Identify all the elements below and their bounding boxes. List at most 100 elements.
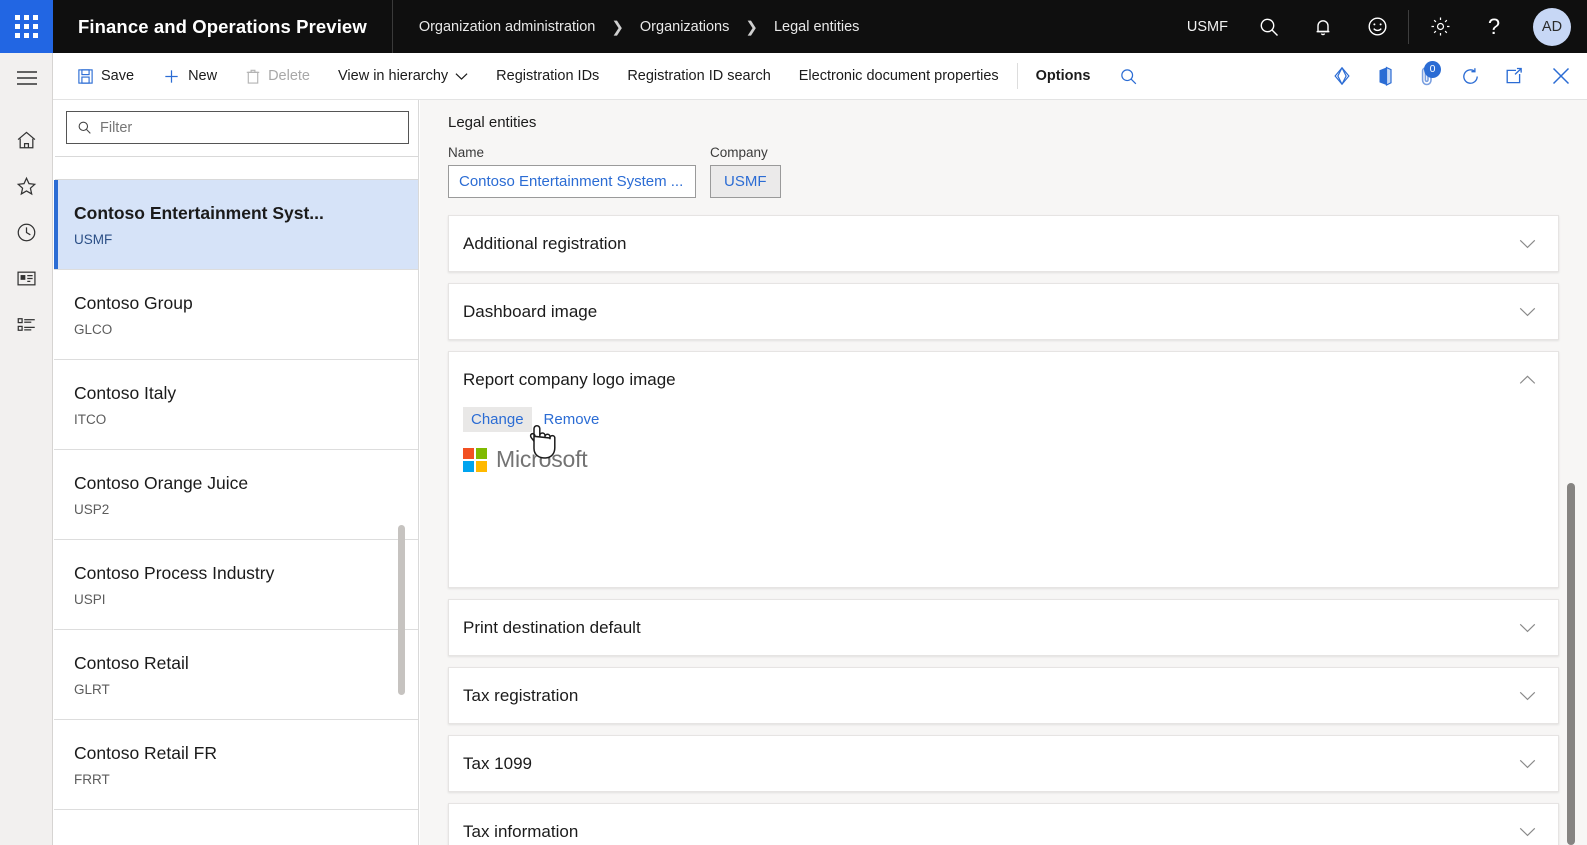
list-item-code: USP2 [74,502,110,517]
section-title: Tax 1099 [463,753,532,773]
list-item[interactable]: Contoso Retail FR FRRT [54,720,418,810]
main-scrollbar-thumb[interactable] [1567,483,1575,845]
personalize-icon[interactable] [1320,53,1363,100]
list-scrollbar-thumb[interactable] [398,525,405,695]
gear-icon[interactable] [1413,0,1467,53]
help-icon[interactable]: ? [1467,0,1521,53]
section-tax-information: Tax information [448,803,1559,845]
chevron-down-icon [1519,239,1536,248]
registration-id-search-button[interactable]: Registration ID search [613,53,784,100]
list-item-name: Contoso Italy [74,383,177,403]
list-item[interactable]: Contoso Orange Juice USP2 [54,450,418,540]
recent-clock-icon[interactable] [0,209,53,255]
save-label: Save [101,68,135,84]
chevron-down-icon [1519,623,1536,632]
remove-logo-button[interactable]: Remove [536,407,608,432]
breadcrumb-item-organization-administration[interactable]: Organization administration [419,19,596,35]
list-item-name: Contoso Entertainment Syst... [74,203,324,223]
chevron-down-icon [1519,827,1536,836]
section-dashboard-image: Dashboard image [448,283,1559,340]
close-icon[interactable] [1535,53,1587,100]
new-label: New [188,68,218,84]
section-title: Dashboard image [463,301,598,321]
list-item-code: USMF [74,232,113,247]
section-title: Report company logo image [463,369,676,389]
section-header[interactable]: Tax registration [449,668,1558,723]
header-fields: Name Contoso Entertainment System ... Co… [420,131,1587,198]
list-item-name: Contoso Retail FR [74,743,217,763]
chevron-up-icon [1519,374,1536,384]
list-item[interactable]: Contoso Italy ITCO [54,360,418,450]
list-item-code: FRRT [74,772,110,787]
filter-input[interactable] [100,119,390,136]
section-title: Additional registration [463,233,627,253]
breadcrumb-item-legal-entities: Legal entities [773,18,860,35]
list-item-name: Contoso Orange Juice [74,473,249,493]
electronic-document-properties-button[interactable]: Electronic document properties [785,53,1013,100]
command-bar: Save New Delete View in hierarchy Regist… [53,53,1587,100]
list-item-code: ITCO [74,412,107,427]
change-logo-button[interactable]: Change [463,407,532,432]
view-in-hierarchy-label: View in hierarchy [338,68,449,84]
company-input[interactable]: USMF [710,165,781,198]
company-label: Company [710,145,768,160]
search-icon[interactable] [1242,0,1296,53]
save-button[interactable]: Save [63,53,148,100]
list-header-row [55,156,418,180]
attachments-count-badge: 0 [1424,60,1441,78]
section-header[interactable]: Dashboard image [449,284,1558,339]
delete-button[interactable]: Delete [231,53,324,100]
app-title: Finance and Operations Preview [78,15,367,37]
avatar[interactable]: AD [1533,7,1571,46]
office-app-icon[interactable] [1363,53,1406,100]
list-item[interactable]: Contoso Retail GLRT [54,630,418,720]
home-icon[interactable] [0,117,53,163]
chevron-down-icon [1519,691,1536,700]
page-title: Legal entities [448,114,537,131]
popout-icon[interactable] [1492,53,1535,100]
section-print-destination-default: Print destination default [448,599,1559,656]
breadcrumb-chevron-icon: ❯ [611,18,624,36]
delete-label: Delete [268,68,310,84]
section-header[interactable]: Report company logo image [449,352,1558,407]
bell-icon[interactable] [1296,0,1350,53]
section-title: Print destination default [463,617,641,637]
search-icon [78,121,91,134]
filter-box[interactable] [66,111,409,144]
options-button[interactable]: Options [1022,53,1105,100]
topbar-actions-divider [1408,9,1409,44]
section-header[interactable]: Print destination default [449,600,1558,655]
refresh-icon[interactable] [1449,53,1492,100]
name-field-group: Name Contoso Entertainment System ... [448,145,696,198]
favorites-star-icon[interactable] [0,163,53,209]
company-selector[interactable]: USMF [1173,19,1242,35]
section-additional-registration: Additional registration [448,215,1559,272]
modules-list-icon[interactable] [0,301,53,347]
section-header[interactable]: Additional registration [449,216,1558,271]
waffle-grid-icon [15,15,38,38]
attachments-icon[interactable]: 0 [1406,53,1449,100]
list-item-name: Contoso Group [74,293,193,313]
section-title: Tax registration [463,685,579,705]
section-header[interactable]: Tax 1099 [449,736,1558,791]
app-launcher-button[interactable] [0,0,53,53]
command-search-icon[interactable] [1104,53,1152,100]
company-logo-text: Microsoft [496,446,588,472]
company-logo-preview: Microsoft [463,446,1544,473]
hamburger-icon[interactable] [0,55,53,101]
name-input[interactable]: Contoso Entertainment System ... [448,165,696,198]
list-item[interactable]: Contoso Group GLCO [54,270,418,360]
list-item[interactable]: Contoso Entertainment Syst... USMF [54,180,418,270]
registration-ids-label: Registration IDs [496,68,600,84]
breadcrumb-item-organizations[interactable]: Organizations [640,19,729,35]
name-label: Name [448,145,485,160]
new-button[interactable]: New [148,53,231,100]
registration-ids-button[interactable]: Registration IDs [482,53,613,100]
list-rows: Contoso Entertainment Syst... USMF Conto… [54,180,418,810]
smiley-icon[interactable] [1350,0,1404,53]
workspaces-icon[interactable] [0,255,53,301]
view-in-hierarchy-button[interactable]: View in hierarchy [324,53,482,100]
section-header[interactable]: Tax information [449,804,1558,845]
topbar-actions: USMF ? AD [1173,0,1587,53]
list-item[interactable]: Contoso Process Industry USPI [54,540,418,630]
